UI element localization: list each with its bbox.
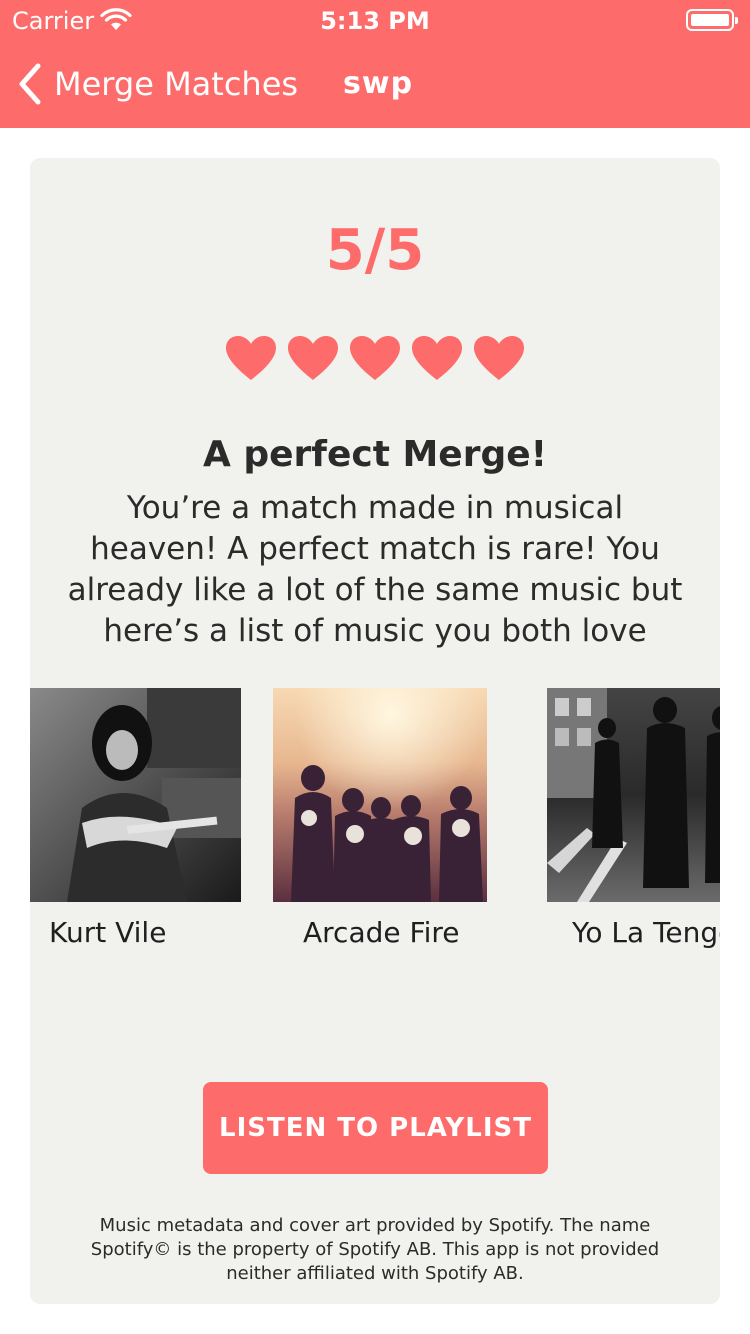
result-description: You’re a match made in musical heaven! A… [67,490,683,649]
result-headline: A perfect Merge! [202,434,548,475]
nav-title: swp [343,66,414,101]
artist-name: Kurt Vile [49,916,167,949]
listen-to-playlist-button[interactable]: LISTEN TO PLAYLIST [203,1082,548,1174]
match-score: 5/5 [325,218,425,283]
match-result-card: 5/5 A perfect Merge! You’re a match made… [30,158,720,1304]
artist-photo [30,688,241,902]
status-bar: Carrier 5:13 PM [0,0,750,40]
artist-name: Arcade Fire [303,916,460,949]
heart-rating [30,334,720,382]
back-button-label: Merge Matches [54,65,299,103]
spotify-attribution: Music metadata and cover art provided by… [90,1215,660,1284]
artist-photo [273,688,487,902]
back-button[interactable]: Merge Matches [14,62,298,106]
heart-icon [288,336,338,380]
heart-icon [226,336,276,380]
artist-name: Yo La Tengo [572,916,720,949]
back-chevron-icon [19,63,41,105]
status-time: 5:13 PM [320,7,430,35]
navigation-bar: Merge Matches swp [0,40,750,128]
top-bar: Carrier 5:13 PM Merge Matches swp [0,0,750,128]
heart-icon [350,336,400,380]
heart-icon [474,336,524,380]
artist-item[interactable]: Yo La Tengo [547,688,720,949]
heart-icon [412,336,462,380]
artist-item[interactable]: Arcade Fire [273,688,487,949]
artist-photo [547,688,720,902]
artist-item[interactable]: Kurt Vile [30,688,241,949]
battery-icon [686,9,738,31]
shared-artists-carousel[interactable]: Kurt Vile Arcade Fire Yo La Tengo [30,688,720,958]
